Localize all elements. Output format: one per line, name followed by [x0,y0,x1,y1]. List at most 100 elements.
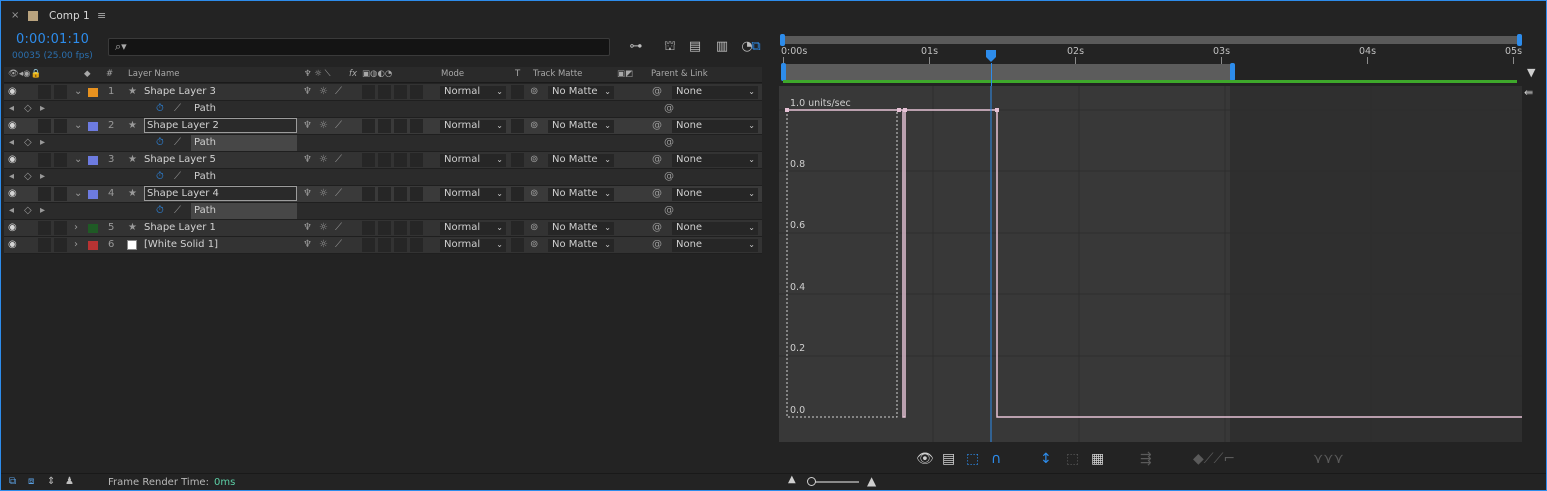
track-matte-dropdown[interactable]: No Matte ⌄ [548,154,614,167]
switches-header-icons[interactable]: ♆ ☼ ⟍ [304,69,331,79]
graph-toggle-icon[interactable]: ⟋ [174,203,181,219]
graph-toggle-icon[interactable]: ⟋ [174,135,181,151]
motion-blur-switch[interactable] [378,119,391,133]
panel-menu-icon[interactable]: ≡ [97,9,106,22]
matte-link-icon[interactable]: ⊚ [530,152,538,168]
parent-dropdown[interactable]: None ⌄ [672,239,758,252]
3d-switch[interactable] [410,119,423,133]
graph-toggle-icon[interactable]: ⟋ [174,101,181,117]
matte-link-icon[interactable]: ⊚ [530,220,538,236]
layer-name[interactable]: Shape Layer 4 [144,186,297,201]
track-matte-dropdown[interactable]: No Matte ⌄ [548,188,614,201]
property-name[interactable]: Path [191,135,297,151]
time-ruler[interactable]: 0:00s 01s 02s 03s 04s 05s [781,45,1522,64]
layer-name[interactable]: [White Solid 1] [144,237,297,253]
prev-keyframe-icon[interactable]: ◂ [9,101,14,117]
3d-switch[interactable] [410,85,423,99]
speed-graph[interactable] [779,86,1522,442]
solo-switch[interactable] [54,119,67,133]
graph-editor-icon[interactable]: ⧉ [746,38,766,56]
t-header[interactable]: T [515,69,520,79]
matte-icons-header[interactable]: ▣◩ [617,69,633,79]
solo-switch[interactable] [54,85,67,99]
zoom-slider-handle[interactable] [807,477,816,486]
audio-switch[interactable] [38,119,51,133]
comp-button-icon[interactable]: ⇚ [1524,86,1533,99]
layer-name[interactable]: Shape Layer 2 [144,118,297,133]
layer-row[interactable]: ◉ ⌄ 2 ★ Shape Layer 2 ♆ ☼ ⟋ Normal ⌄ ⊚ No… [4,118,762,135]
parent-dropdown[interactable]: None ⌄ [672,86,758,99]
motion-blur-switch[interactable] [378,153,391,167]
work-area-start-handle[interactable] [781,63,786,81]
easy-ease-icons[interactable]: ⋎⋎⋎ [1313,451,1344,467]
draft-3d-icon[interactable]: ⛫ [660,38,680,56]
matte-link-icon[interactable]: ⊚ [530,237,538,253]
stopwatch-icon[interactable]: ⏱ [156,203,164,219]
zoom-out-icon[interactable]: ▲ [788,474,796,485]
comp-marker-bin-icon[interactable]: ▼ [1527,66,1535,79]
fx-switch[interactable] [362,119,375,133]
property-name[interactable]: Path [191,101,297,117]
shy-switch[interactable]: ♆ [303,237,312,253]
motion-blur-switch[interactable] [378,187,391,201]
audio-switch[interactable] [38,187,51,201]
mode-dropdown[interactable]: Normal ⌄ [440,239,506,252]
parent-dropdown[interactable]: None ⌄ [672,222,758,235]
shy-switch[interactable]: ♆ [303,220,312,236]
pickwhip-icon[interactable]: @ [652,118,662,134]
next-keyframe-icon[interactable]: ▸ [40,169,45,185]
track-matte-dropdown[interactable]: No Matte ⌄ [548,120,614,133]
chevron-down-icon[interactable]: ⌄ [74,152,82,168]
audio-switch[interactable] [38,221,51,235]
solo-switch[interactable] [54,153,67,167]
audio-switch[interactable] [38,238,51,252]
work-area-end-handle[interactable] [1230,63,1235,81]
collapse-switch[interactable]: ☼ [319,186,328,202]
stopwatch-icon[interactable]: ⏱ [156,101,164,117]
add-keyframe-icon[interactable]: ◇ [24,203,32,219]
preserve-transparency-switch[interactable] [511,221,524,235]
adjustment-switch[interactable] [394,85,407,99]
show-properties-icon[interactable]: 👁 [916,451,934,467]
snapping-icon[interactable]: ∩ [991,451,1001,467]
preserve-transparency-switch[interactable] [511,238,524,252]
fx-header[interactable]: fx [349,69,357,79]
label-color-swatch[interactable] [88,224,98,233]
fit-all-curves-icon[interactable]: ▦ [1091,451,1104,467]
zoom-slider-track[interactable] [809,481,859,483]
audio-switch[interactable] [38,85,51,99]
prev-keyframe-icon[interactable]: ◂ [9,135,14,151]
in-out-toggle-icon[interactable]: ⇕ [47,476,55,487]
edit-keyframe-icon[interactable]: ◆⟋⟋⌐ [1193,451,1235,467]
current-time-display[interactable]: 0:00:01:10 [16,32,89,47]
matte-link-icon[interactable]: ⊚ [530,118,538,134]
transfer-controls-toggle-icon[interactable]: ⧈ [28,476,34,487]
3d-switch[interactable] [410,221,423,235]
motion-blur-switch[interactable] [378,238,391,252]
prev-keyframe-icon[interactable]: ◂ [9,203,14,219]
pickwhip-icon[interactable]: @ [652,84,662,100]
parent-dropdown[interactable]: None ⌄ [672,120,758,133]
fx-switch[interactable] [362,153,375,167]
label-color-swatch[interactable] [88,88,98,97]
next-keyframe-icon[interactable]: ▸ [40,135,45,151]
shy-switch[interactable]: ♆ [303,84,312,100]
playhead-marker[interactable] [985,50,997,63]
mode-dropdown[interactable]: Normal ⌄ [440,222,506,235]
solo-switch[interactable] [54,187,67,201]
frame-blending-icon[interactable]: ▥ [712,38,732,56]
label-color-swatch[interactable] [88,241,98,250]
track-matte-header[interactable]: Track Matte [533,69,582,79]
eye-icon[interactable]: ◉ [8,220,17,236]
next-keyframe-icon[interactable]: ▸ [40,203,45,219]
audio-switch[interactable] [38,153,51,167]
pickwhip-icon[interactable]: @ [652,186,662,202]
chevron-right-icon[interactable]: › [74,220,78,236]
property-row[interactable]: ◂ ◇ ▸ ⏱ ⟋ Path @ [4,203,762,220]
eye-icon[interactable]: ◉ [8,186,17,202]
mode-dropdown[interactable]: Normal ⌄ [440,120,506,133]
zoom-in-icon[interactable]: ▲ [867,474,876,488]
tab-title[interactable]: Comp 1 [49,10,90,22]
property-row[interactable]: ◂ ◇ ▸ ⏱ ⟋ Path @ [4,169,762,186]
preserve-transparency-switch[interactable] [511,153,524,167]
